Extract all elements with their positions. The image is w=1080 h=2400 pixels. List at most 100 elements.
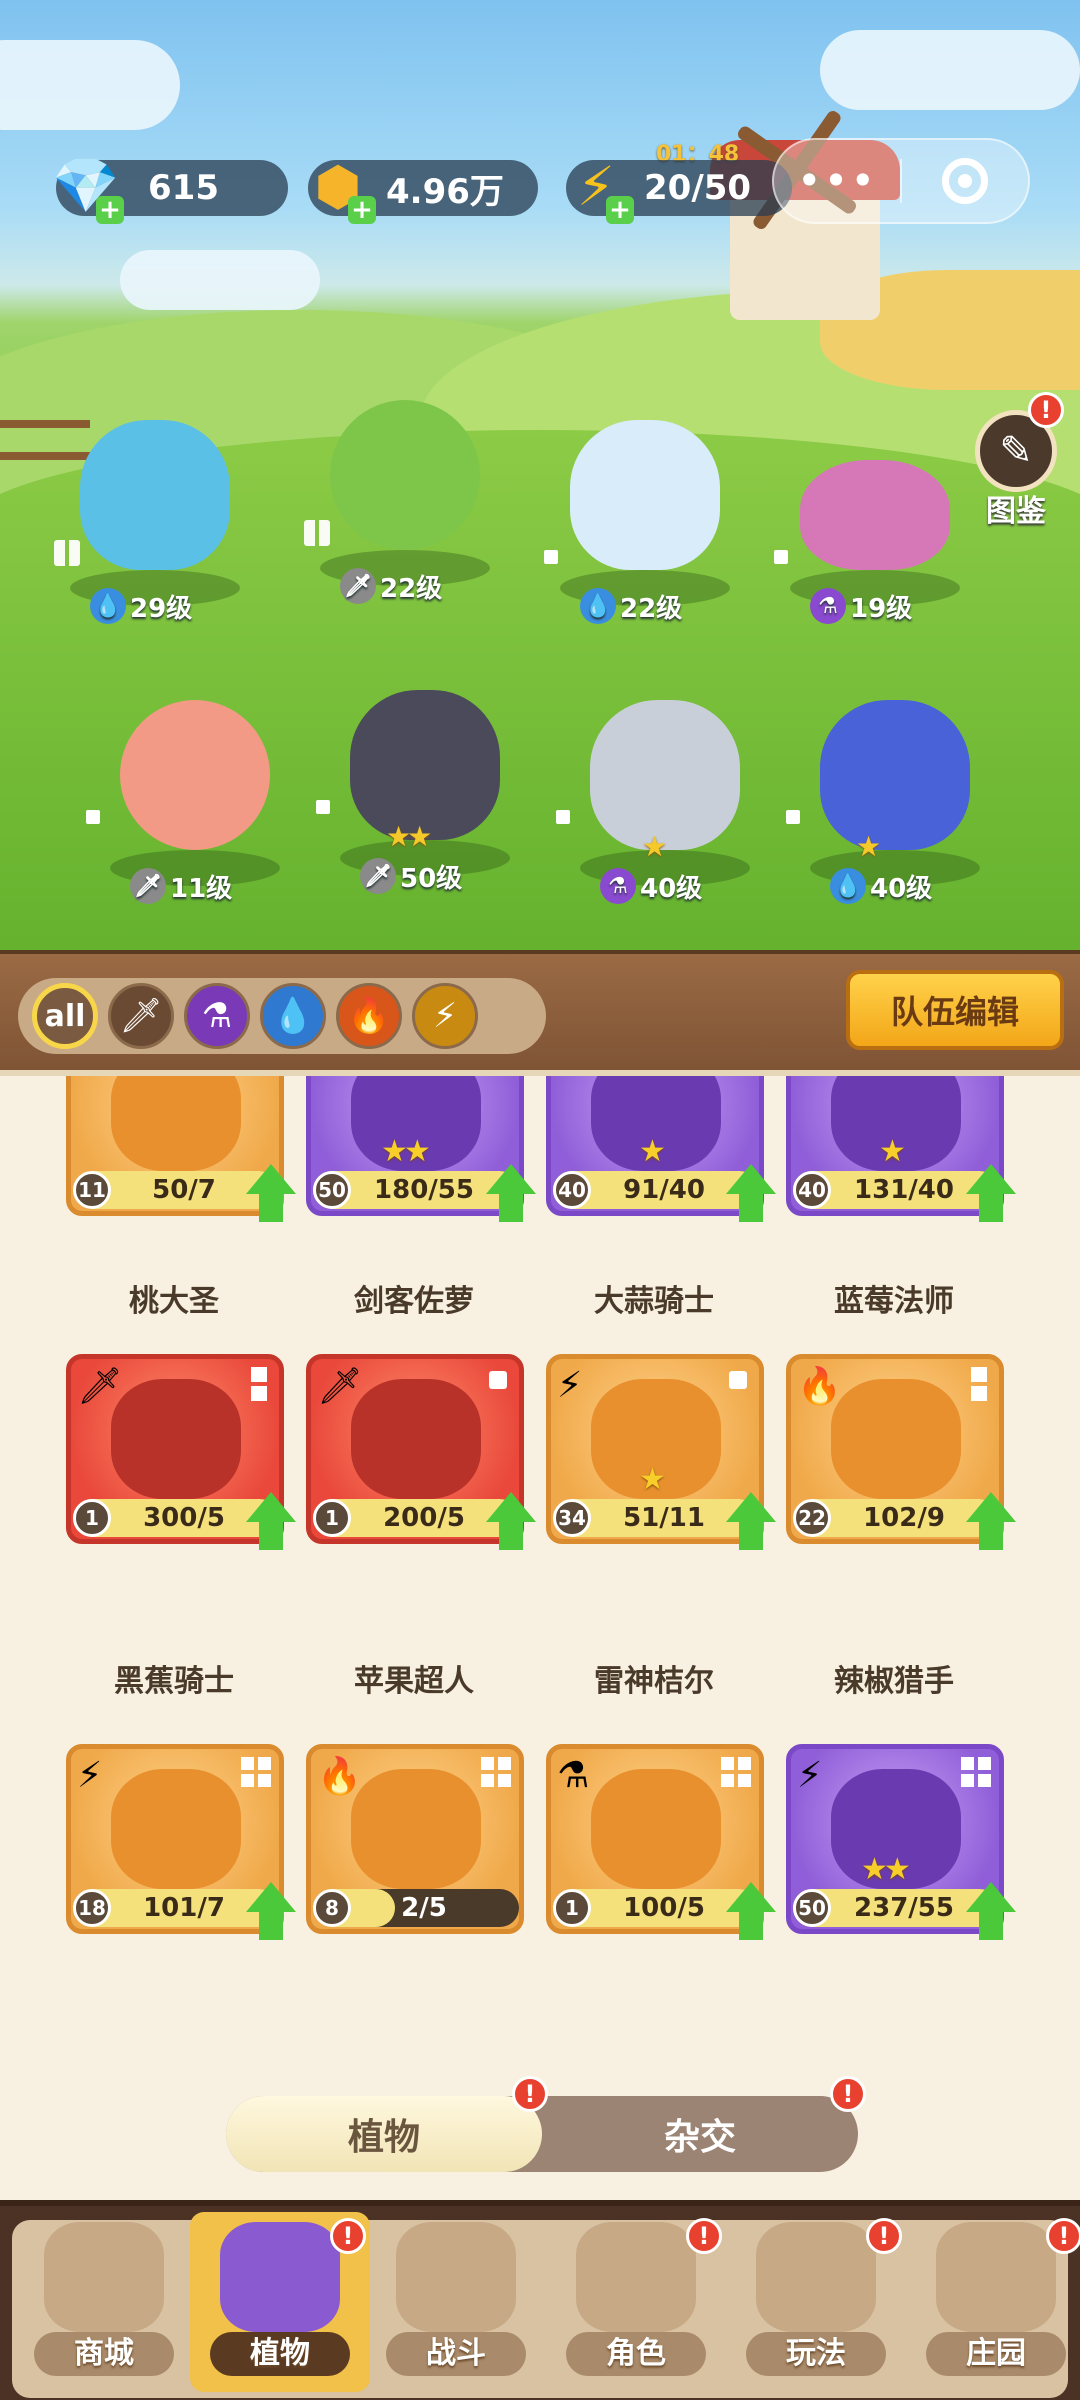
shard-count: 131/40 [854,1175,954,1205]
tab-plants[interactable]: 植物 [226,2096,542,2172]
team-hero[interactable]: 💧 29级 [50,420,260,624]
filter-lightning-icon[interactable]: ⚡ [412,983,478,1049]
square-icon [86,810,100,824]
sword-icon: 🗡 [317,1366,363,1407]
hero-level: 22级 [620,593,683,624]
plant-portrait [351,1379,481,1499]
filter-fire-icon[interactable]: 🔥 [336,983,402,1049]
water-drop-icon: 💧 [830,868,866,904]
close-miniprogram-button[interactable] [902,158,1028,204]
nav-label: 庄园 [926,2332,1066,2376]
square-icon [556,810,570,824]
cloud [820,30,1080,110]
notification-badge: ! [866,2218,902,2254]
slot-marker-icon [961,1757,991,1787]
nav-characters[interactable]: 角色! [546,2212,726,2392]
upgrade-arrow-icon[interactable] [486,1164,536,1222]
sword-icon: 🗡 [360,858,396,894]
filter-all-button[interactable]: all [32,983,98,1049]
upgrade-arrow-icon[interactable] [966,1492,1016,1550]
team-hero[interactable]: 🗡 22级 [300,400,510,604]
upgrade-arrow-icon[interactable] [726,1882,776,1940]
notification-badge: ! [1028,392,1064,428]
filter-sword-icon[interactable]: 🗡 [108,983,174,1049]
team-edit-button[interactable]: 队伍编辑 [846,970,1064,1050]
gems-counter[interactable]: 💎 + 615 [52,154,288,224]
sword-icon: 🗡 [130,868,166,904]
plant-name: 黑蕉骑士 [114,1664,234,1699]
codex-button[interactable]: ✎ 图鉴 ! [968,392,1064,529]
hero-level: 40级 [870,873,933,904]
fire-icon: 🔥 [317,1756,362,1797]
energy-value: 20/50 [644,168,752,208]
nav-label: 战斗 [386,2332,526,2376]
tab-hybrid[interactable]: 杂交 [542,2096,858,2172]
hero-level: 22级 [380,573,443,604]
plant-name: 蓝莓法师 [834,1284,954,1319]
square-icon [774,550,788,564]
mini-program-capsule: ••• [772,138,1030,224]
upgrade-arrow-icon[interactable] [966,1882,1016,1940]
plant-name: 苹果超人 [354,1664,474,1699]
team-hero[interactable]: ★ 💧 40级 [786,700,1000,904]
upgrade-arrow-icon[interactable] [726,1492,776,1550]
shard-count: 50/7 [152,1175,216,1205]
nav-battle[interactable]: 战斗 [366,2212,546,2392]
shard-count: 300/5 [143,1503,225,1533]
team-hero[interactable]: 💧 22级 [540,420,750,624]
add-energy-icon[interactable]: + [606,196,634,224]
manor-icon [936,2222,1056,2332]
plant-name: 大蒜骑士 [594,1284,714,1319]
team-hero[interactable]: 🗡 11级 [86,700,300,904]
filter-water-icon[interactable]: 💧 [260,983,326,1049]
team-hero[interactable]: ⚗ 19级 [770,420,980,624]
slot-marker-icon [489,1371,507,1389]
star-rating: ★ [879,1134,906,1169]
upgrade-arrow-icon[interactable] [966,1164,1016,1222]
shop-icon [44,2222,164,2332]
poison-flask-icon: ⚗ [810,588,846,624]
nav-plants[interactable]: 植物! [190,2212,370,2392]
energy-counter[interactable]: ⚡ + 20/50 [566,155,792,224]
team-hero[interactable]: ★ ⚗ 40级 [556,700,770,904]
gold-value: 4.96万 [386,171,504,212]
more-menu-button[interactable]: ••• [774,160,900,202]
hero-level: 29级 [130,593,193,624]
plant-name: 雷神桔尔 [594,1664,714,1699]
shard-count: 51/11 [623,1503,705,1533]
upgrade-arrow-icon[interactable] [246,1492,296,1550]
star-rating: ★ [856,830,881,863]
codex-label: 图鉴 [986,494,1046,529]
upgrade-arrow-icon[interactable] [486,1492,536,1550]
star-rating: ★ [642,830,667,863]
lightning-icon: ⚡ [557,1365,583,1406]
filter-poison-icon[interactable]: ⚗ [184,983,250,1049]
shard-count: 200/5 [383,1503,465,1533]
gameplay-icon [756,2222,876,2332]
sword-icon: 🗡 [340,568,376,604]
add-gold-icon[interactable]: + [348,196,376,224]
upgrade-arrow-icon[interactable] [246,1164,296,1222]
plant-level: 40 [553,1171,591,1209]
hero-level: 50级 [400,863,463,894]
shard-count: 100/5 [623,1893,705,1923]
gold-counter[interactable]: ⬢ + 4.96万 [308,155,538,224]
team-hero[interactable]: ★★ 🗡 50级 [316,690,530,894]
add-gems-icon[interactable]: + [96,196,124,224]
lightning-icon: ⚡ [797,1755,823,1796]
notification-badge: ! [512,2076,548,2112]
plant-portrait [591,1769,721,1889]
nav-shop[interactable]: 商城 [14,2212,194,2392]
nav-manor[interactable]: 庄园! [906,2212,1080,2392]
plant-level: 50 [313,1171,351,1209]
plant-portrait [111,1379,241,1499]
upgrade-arrow-icon[interactable] [246,1882,296,1940]
plant-card[interactable]: 🔥 2/5 8 [306,1744,524,1934]
poison-flask-icon: ⚗ [600,868,636,904]
upgrade-arrow-icon[interactable] [726,1164,776,1222]
cloud [0,40,180,130]
nav-gameplay[interactable]: 玩法! [726,2212,906,2392]
characters-icon [576,2222,696,2332]
fire-icon: 🔥 [797,1366,842,1407]
sword-icon: 🗡 [77,1366,123,1407]
